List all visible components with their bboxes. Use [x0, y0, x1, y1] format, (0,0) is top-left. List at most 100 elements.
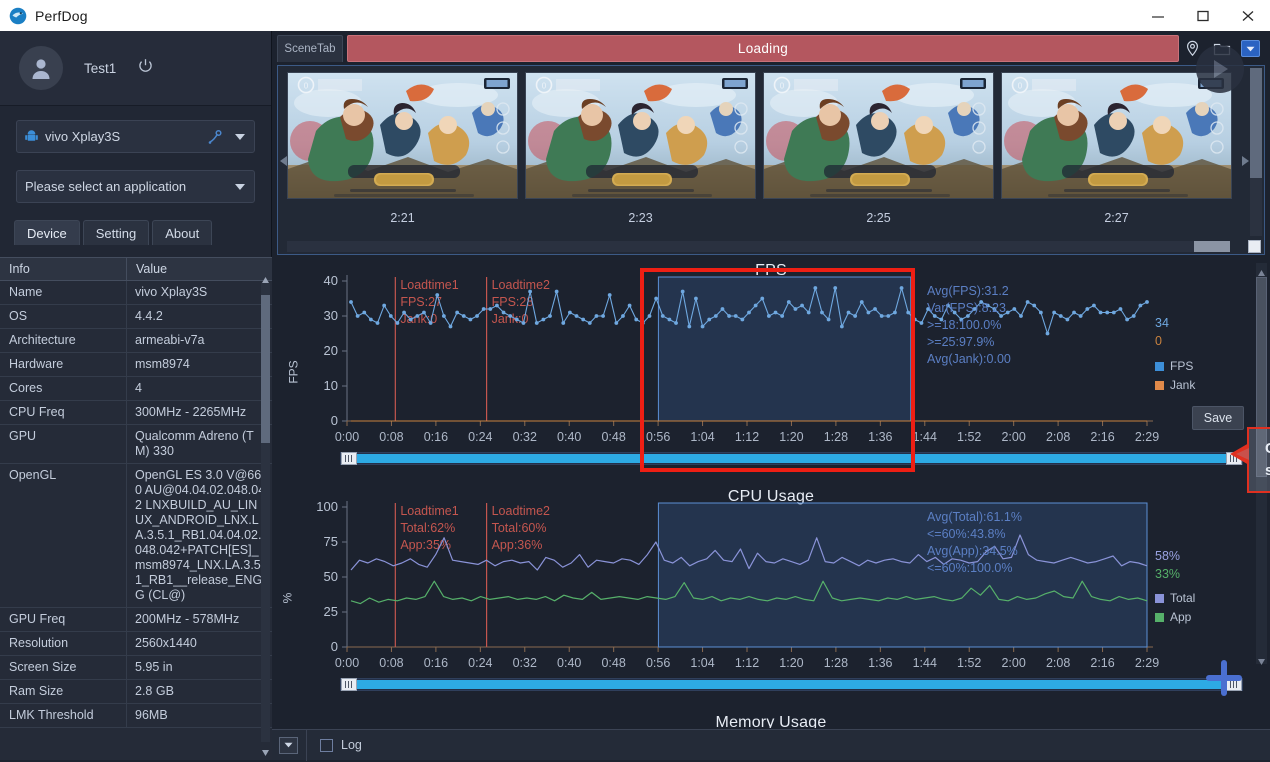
table-row[interactable]: Architecturearmeabi-v7a — [0, 329, 272, 353]
svg-text:0:16: 0:16 — [424, 430, 448, 444]
cpu-legend: Total App — [1155, 591, 1195, 629]
table-row[interactable]: CPU Freq300MHz - 2265MHz — [0, 401, 272, 425]
scrollbar-thumb[interactable] — [1194, 241, 1230, 252]
strip-resize-grip[interactable] — [1248, 240, 1261, 253]
table-row[interactable]: OpenGLOpenGL ES 3.0 V@66.0 AU@04.04.02.0… — [0, 464, 272, 608]
legend-item[interactable]: App — [1155, 610, 1195, 624]
cpu-plot[interactable]: 02550751000:000:080:160:240:320:400:480:… — [277, 485, 1265, 685]
scroll-up-icon[interactable] — [1257, 265, 1266, 274]
strip-vertical-scrollbar[interactable] — [1250, 68, 1262, 236]
table-row[interactable]: Screen Size5.95 in — [0, 656, 272, 680]
strip-scroll-left-icon[interactable] — [279, 154, 289, 166]
svg-text:40: 40 — [324, 273, 338, 288]
table-cell-info: GPU Freq — [0, 608, 127, 631]
scene-bar: SceneTab Loading — [272, 31, 1270, 62]
legend-label: FPS — [1170, 359, 1193, 373]
table-row[interactable]: Ram Size2.8 GB — [0, 680, 272, 704]
table-cell-info: Screen Size — [0, 656, 127, 679]
fps-timeline-scrollbar[interactable] — [340, 452, 1243, 465]
timeline-handle-left[interactable] — [341, 452, 357, 465]
memory-plot[interactable]: 300 — [277, 711, 1265, 728]
tab-device[interactable]: Device — [14, 220, 80, 245]
cpu-timeline-scrollbar[interactable] — [340, 678, 1243, 691]
stat-line: Avg(App):34.5% — [927, 543, 1022, 560]
svg-text:1:44: 1:44 — [913, 656, 937, 670]
scrollbar-thumb[interactable] — [261, 295, 270, 443]
screenshot-image[interactable]: 0 — [287, 72, 518, 199]
minimize-button[interactable] — [1135, 0, 1180, 31]
scroll-down-icon[interactable] — [261, 744, 270, 753]
table-cell-info: Architecture — [0, 329, 127, 352]
sidebar-scrollbar[interactable] — [261, 283, 270, 742]
save-context-menu-item[interactable]: Save — [1192, 406, 1244, 430]
window-title: PerfDog — [35, 8, 88, 24]
svg-text:100: 100 — [316, 499, 338, 514]
svg-text:2:16: 2:16 — [1090, 430, 1114, 444]
scene-dropdown-button[interactable] — [1241, 40, 1260, 57]
screenshot-image[interactable]: 0 — [763, 72, 994, 199]
scrollbar-thumb[interactable] — [1250, 68, 1262, 178]
timeline-handle-left[interactable] — [341, 678, 357, 691]
usb-icon — [207, 129, 224, 149]
svg-text:Total:60%: Total:60% — [492, 521, 547, 535]
application-select[interactable]: Please select an application — [16, 170, 255, 203]
tab-about[interactable]: About — [152, 220, 212, 245]
table-cell-value: msm8974 — [127, 353, 272, 376]
thumbnail-item[interactable]: 0 2:21 — [287, 72, 518, 250]
table-row[interactable]: Namevivo Xplay3S — [0, 281, 272, 305]
table-cell-info: Cores — [0, 377, 127, 400]
strip-horizontal-scrollbar[interactable] — [287, 241, 1230, 252]
thumbnail-timestamp: 2:23 — [525, 211, 756, 225]
screenshot-image[interactable]: 0 — [1001, 72, 1232, 199]
svg-text:1:12: 1:12 — [735, 430, 759, 444]
table-row[interactable]: Resolution2560x1440 — [0, 632, 272, 656]
svg-text:0:08: 0:08 — [379, 430, 403, 444]
table-cell-value: 5.95 in — [127, 656, 272, 679]
thumbnail-item[interactable]: 0 2:25 — [763, 72, 994, 250]
table-row[interactable]: OS4.4.2 — [0, 305, 272, 329]
legend-swatch — [1155, 381, 1164, 390]
chevron-down-icon[interactable] — [235, 134, 245, 140]
svg-text:0:40: 0:40 — [557, 656, 581, 670]
legend-item[interactable]: Jank — [1155, 378, 1195, 392]
thumbnail-item[interactable]: 0 2:23 — [525, 72, 756, 250]
table-body[interactable]: Namevivo Xplay3SOS4.4.2Architecturearmea… — [0, 281, 272, 760]
avatar — [19, 46, 63, 90]
bottom-dropdown-button[interactable] — [279, 737, 298, 754]
table-row[interactable]: Cores4 — [0, 377, 272, 401]
thumbnail-item[interactable]: 0 2:27 — [1001, 72, 1232, 250]
add-chart-button[interactable] — [1202, 656, 1246, 700]
svg-text:1:44: 1:44 — [913, 430, 937, 444]
table-row[interactable]: GPUQualcomm Adreno (TM) 330 — [0, 425, 272, 464]
table-cell-value: Qualcomm Adreno (TM) 330 — [127, 425, 272, 463]
power-icon[interactable] — [138, 58, 153, 78]
legend-item[interactable]: FPS — [1155, 359, 1195, 373]
table-cell-info: CPU Freq — [0, 401, 127, 424]
svg-text:0: 0 — [304, 82, 309, 91]
table-cell-value: 200MHz - 578MHz — [127, 608, 272, 631]
thumbnail-timestamp: 2:21 — [287, 211, 518, 225]
tab-setting[interactable]: Setting — [83, 220, 149, 245]
scroll-down-icon[interactable] — [1257, 653, 1266, 662]
scroll-up-icon[interactable] — [261, 272, 270, 281]
log-checkbox[interactable] — [320, 739, 333, 752]
title-bar: PerfDog — [0, 0, 1270, 31]
thumbnail-list[interactable]: 0 2:21 — [287, 72, 1242, 250]
fps-plot[interactable]: 0102030400:000:080:160:240:320:400:480:5… — [277, 259, 1265, 459]
device-select[interactable]: vivo Xplay3S — [16, 120, 255, 153]
legend-item[interactable]: Total — [1155, 591, 1195, 605]
play-button[interactable] — [1196, 45, 1244, 93]
table-row[interactable]: GPU Freq200MHz - 578MHz — [0, 608, 272, 632]
chevron-down-icon[interactable] — [235, 184, 245, 190]
close-button[interactable] — [1225, 0, 1270, 31]
table-row[interactable]: Hardwaremsm8974 — [0, 353, 272, 377]
table-row[interactable]: LMK Threshold96MB — [0, 704, 272, 728]
maximize-button[interactable] — [1180, 0, 1225, 31]
screenshot-image[interactable]: 0 — [525, 72, 756, 199]
svg-text:Loadtime1: Loadtime1 — [400, 278, 458, 292]
stat-line: Var(FPS):8.23 — [927, 300, 1011, 317]
strip-scroll-right-icon[interactable] — [1240, 154, 1250, 166]
main-panel: SceneTab Loading — [272, 31, 1270, 760]
table-cell-info: OS — [0, 305, 127, 328]
scene-tab[interactable]: SceneTab — [277, 35, 343, 62]
